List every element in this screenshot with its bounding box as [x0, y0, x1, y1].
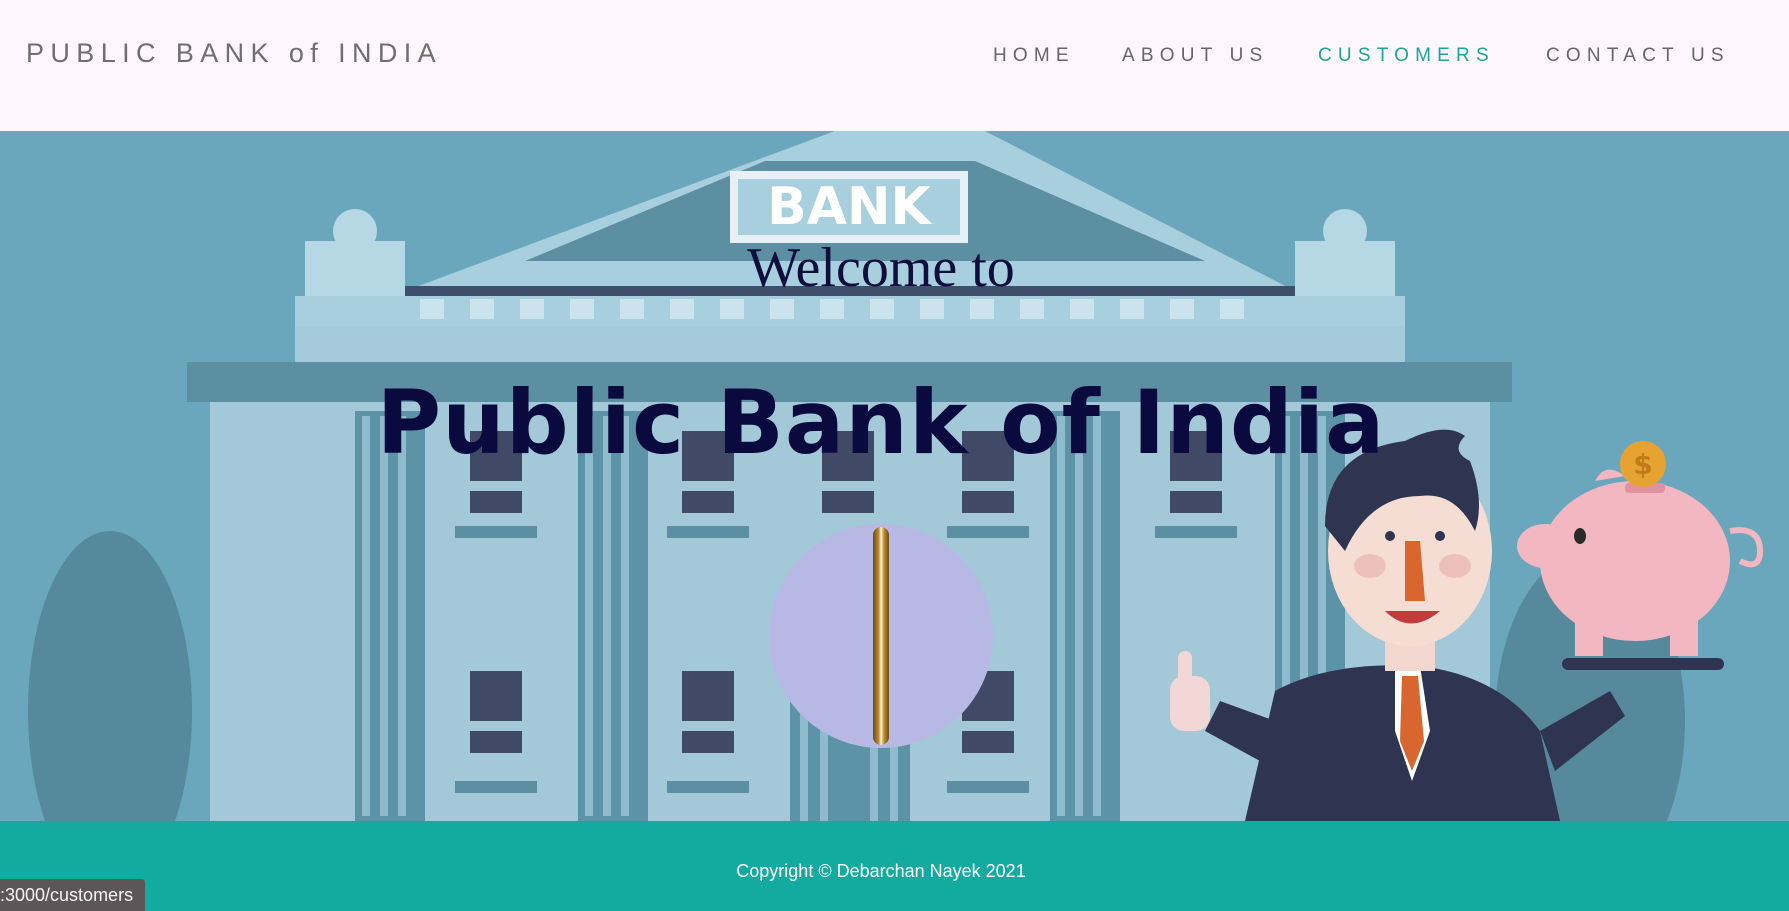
nav-link-contact-us[interactable]: CONTACT US [1546, 45, 1730, 67]
nav-link-customers[interactable]: CUSTOMERS [1318, 45, 1495, 67]
footer: Copyright © Debarchan Nayek 2021 [0, 821, 1789, 911]
welcome-heading: Welcome to [747, 237, 1015, 299]
bank-sign: BANK [767, 177, 932, 237]
nav-link-about-us[interactable]: ABOUT US [1122, 45, 1268, 67]
nav-link-home[interactable]: HOME [993, 45, 1075, 67]
copyright-text: Copyright © Debarchan Nayek 2021 [736, 861, 1026, 881]
coin-icon [873, 527, 889, 745]
hero-title: Public Bank of India [376, 371, 1386, 474]
spinning-coin [769, 524, 993, 748]
brand-logo-text[interactable]: PUBLIC BANK of INDIA [26, 38, 442, 69]
navbar: PUBLIC BANK of INDIA HOME ABOUT US CUSTO… [0, 0, 1789, 131]
status-bar-url: :3000/customers [0, 879, 146, 911]
hero-banner: BANK $ Welcome to Public Bank of India [0, 131, 1789, 821]
